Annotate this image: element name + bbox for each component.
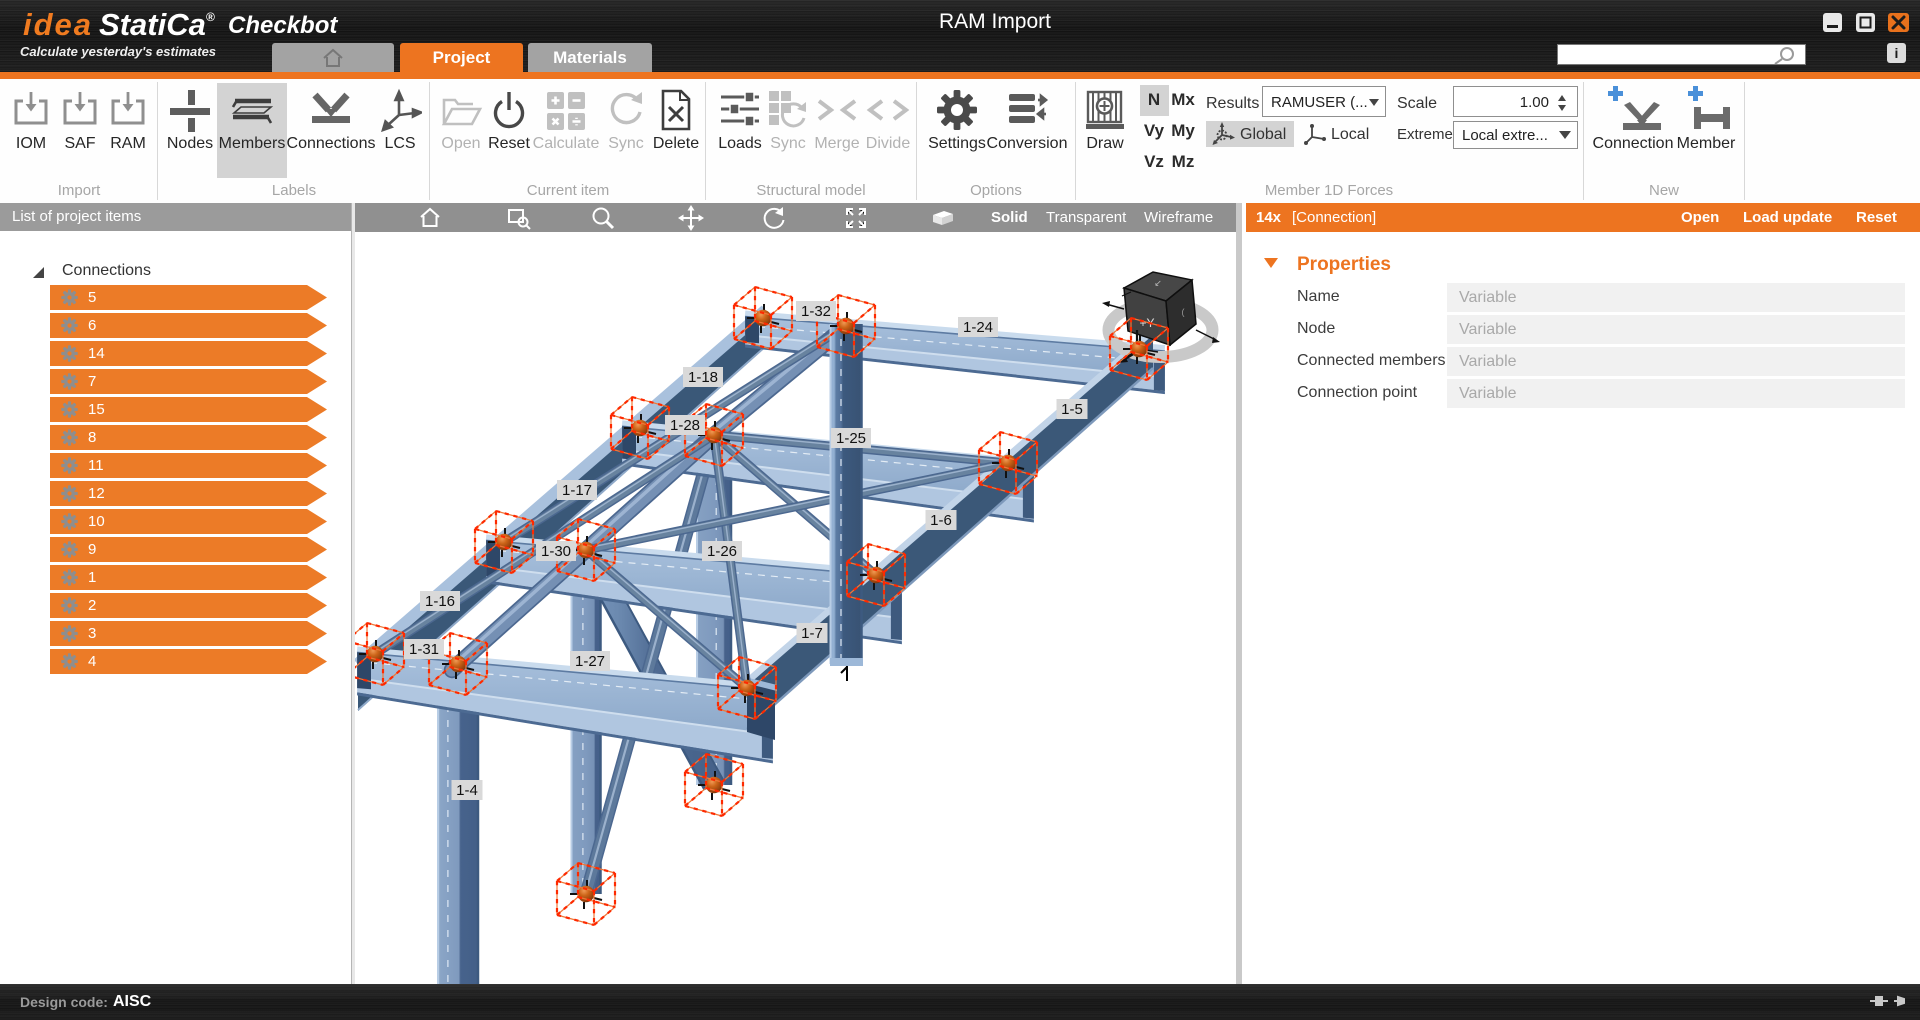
svg-text:1-24: 1-24 [963,319,993,336]
svg-text:1-4: 1-4 [456,782,478,799]
svg-text:1-7: 1-7 [801,625,823,642]
svg-text:1-28: 1-28 [670,417,700,434]
svg-text:1-16: 1-16 [425,593,455,610]
svg-text:1-17: 1-17 [562,482,592,499]
svg-text:1-31: 1-31 [409,641,439,658]
svg-text:1-27: 1-27 [575,653,605,670]
svg-text:(: ( [1182,307,1185,317]
svg-text:↙: ↙ [1154,278,1162,288]
svg-text:1-26: 1-26 [707,543,737,560]
svg-text:1-18: 1-18 [688,369,718,386]
svg-text:1-32: 1-32 [801,303,831,320]
svg-text:1-5: 1-5 [1061,401,1083,418]
svg-text:1-25: 1-25 [836,430,866,447]
svg-text:1-30: 1-30 [541,543,571,560]
svg-text:1-6: 1-6 [930,512,952,529]
